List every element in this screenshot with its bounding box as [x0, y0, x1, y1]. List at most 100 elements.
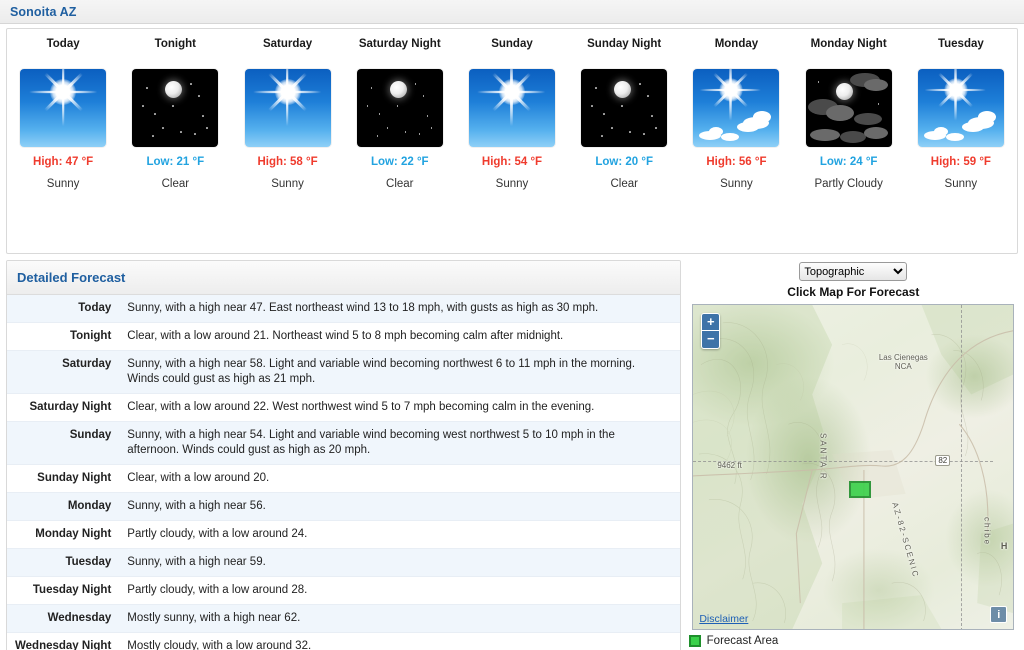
forecast-period-column: Saturday Night Low: 22 °F Clear	[344, 29, 456, 253]
star	[154, 113, 156, 115]
sun-ray	[954, 69, 957, 121]
cloud-shape	[853, 113, 882, 125]
star	[422, 95, 425, 97]
map-legend-label: Forecast Area	[706, 635, 779, 647]
map-layer-select[interactable]: TopographicSatelliteStreetTerrain	[799, 262, 908, 281]
star	[595, 87, 597, 89]
forecast-period-column: Tuesday High: 59 °F Sunny	[905, 29, 1017, 253]
forecast-row-label: Tonight	[69, 330, 112, 342]
forecast-row-text: Sunny, with a high near 59.	[127, 556, 266, 568]
star	[146, 87, 148, 89]
star	[414, 83, 417, 85]
star	[190, 83, 192, 85]
page-title: Sonoita AZ	[10, 4, 77, 19]
partly-cloudy-night-icon	[805, 69, 892, 147]
table-row: Tonight Clear, with a low around 21. Nort…	[7, 322, 680, 351]
forecast-period-name: Tonight	[154, 38, 196, 50]
forecast-map[interactable]: Las Cienegas NCA 9462 ft SANTA R AZ-82-SC…	[692, 304, 1015, 630]
forecast-temperature: High: 47 °F	[33, 156, 94, 168]
star	[621, 105, 623, 107]
forecast-row-label: Wednesday Night	[15, 640, 112, 650]
detailed-forecast-header: Detailed Forecast	[7, 261, 680, 295]
forecast-period-name: Monday	[714, 38, 759, 50]
forecast-row-text: Sunny, with a high near 47. East northea…	[127, 302, 599, 314]
cloud-shape	[721, 133, 740, 141]
forecast-period-name: Today	[46, 38, 80, 50]
star	[194, 133, 196, 135]
star	[386, 127, 389, 129]
map-legend: Forecast Area	[688, 635, 779, 647]
cloud-shape	[945, 133, 964, 141]
star	[370, 87, 373, 89]
map-zoom-out-button[interactable]: −	[702, 331, 720, 348]
forecast-row-label: Sunday Night	[37, 472, 112, 484]
detailed-forecast-panel: Detailed Forecast Today Sunny, with a hig…	[6, 260, 681, 650]
clear-night-icon	[132, 69, 219, 147]
table-row: Tuesday Night Partly cloudy, with a low a…	[7, 576, 680, 605]
forecast-period-column: Sunday High: 54 °F Sunny	[456, 29, 568, 253]
forecast-temperature: Low: 20 °F	[595, 156, 654, 168]
forecast-condition: Sunny	[271, 178, 304, 190]
forecast-row-text: Sunny, with a high near 58. Light and va…	[127, 358, 636, 385]
star	[639, 83, 641, 85]
forecast-row-text: Partly cloudy, with a low around 28.	[127, 584, 308, 596]
star	[817, 81, 820, 83]
clear-night-icon	[356, 69, 443, 147]
forecast-row-label: Wednesday	[47, 612, 112, 624]
cloud-shape	[809, 129, 840, 141]
table-row: Wednesday Night Mostly cloudy, with a low…	[7, 632, 680, 650]
forecast-temperature: High: 59 °F	[930, 156, 991, 168]
forecast-row-text: Sunny, with a high near 54. Light and va…	[127, 429, 615, 456]
star	[376, 135, 379, 137]
star	[655, 127, 657, 129]
forecast-period-name: Tuesday	[937, 38, 984, 50]
forecast-period-column: Today High: 47 °F Sunny	[7, 29, 119, 253]
forecast-area-swatch	[688, 635, 701, 647]
weather-forecast-page: Sonoita AZ Today High: 47 °F Sunny Tonight L…	[0, 0, 1024, 650]
cloud-shape	[977, 111, 996, 123]
forecast-period-name: Sunday	[491, 38, 533, 50]
map-info-button[interactable]: i	[990, 606, 1008, 623]
sun-ray	[285, 69, 289, 127]
forecast-period-name: Saturday	[262, 38, 313, 50]
star	[877, 103, 880, 105]
forecast-area-marker[interactable]	[849, 481, 872, 498]
forecast-condition: Sunny	[46, 178, 80, 190]
sun-ray	[61, 69, 64, 127]
table-row: Sunday Sunny, with a high near 54. Light …	[7, 421, 680, 465]
location-header: Sonoita AZ	[0, 0, 1024, 24]
forecast-temperature: Low: 21 °F	[146, 156, 205, 168]
map-zoom-in-button[interactable]: +	[702, 314, 720, 331]
map-zoom-controls[interactable]: + −	[701, 313, 721, 349]
forecast-row-text: Clear, with a low around 20.	[127, 472, 270, 484]
forecast-row-text: Clear, with a low around 21. Northeast w…	[127, 330, 564, 342]
star	[378, 113, 381, 115]
forecast-period-column: Tonight Low: 21 °F Clear	[119, 29, 231, 253]
forecast-row-text: Sunny, with a high near 56.	[127, 500, 266, 512]
forecast-period-column: Monday High: 56 °F Sunny	[680, 29, 792, 253]
forecast-row-label: Tuesday Night	[32, 584, 112, 596]
map-panel: TopographicSatelliteStreetTerrain Click …	[688, 260, 1018, 650]
table-row: Monday Sunny, with a high near 56.	[7, 492, 680, 521]
forecast-period-name: Saturday Night	[358, 38, 441, 50]
cloud-shape	[825, 105, 854, 121]
star	[643, 133, 645, 135]
forecast-condition: Sunny	[495, 178, 529, 190]
map-label-east-vertical: chibe	[982, 517, 992, 547]
map-disclaimer-link[interactable]: Disclaimer	[699, 613, 748, 625]
star	[418, 133, 421, 135]
map-label-elevation: 9462 ft	[717, 461, 742, 470]
forecast-row-text: Mostly cloudy, with a low around 32.	[127, 640, 312, 650]
star	[366, 105, 369, 107]
click-map-instruction: Click Map For Forecast	[787, 285, 920, 299]
forecast-temperature: High: 54 °F	[481, 156, 543, 168]
star	[611, 127, 613, 129]
table-row: Sunday Night Clear, with a low around 20.	[7, 464, 680, 493]
table-row: Monday Night Partly cloudy, with a low ar…	[7, 520, 680, 549]
seven-day-forecast-strip: Today High: 47 °F Sunny Tonight Low: 21 °F Cl…	[6, 28, 1018, 254]
map-label-mountain-range: SANTA R	[818, 433, 828, 481]
forecast-period-column: Sunday Night Low: 20 °F Clear	[568, 29, 680, 253]
forecast-row-label: Tuesday	[65, 556, 112, 568]
clear-night-icon	[581, 69, 668, 147]
sunny-icon	[20, 69, 107, 147]
